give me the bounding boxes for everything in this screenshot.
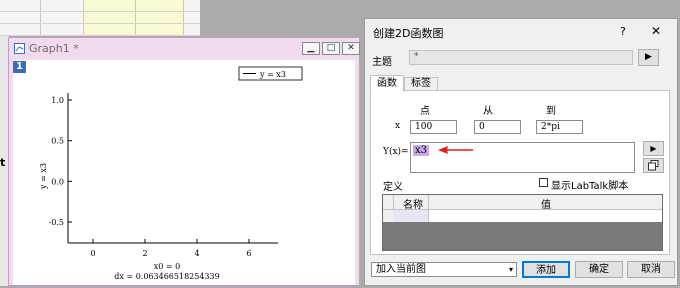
x-ticks: 0 2 4 6	[90, 239, 252, 258]
graph-titlebar[interactable]: Graph1 * ▁ □ ✕	[9, 38, 360, 60]
minimize-icon: ▁	[307, 43, 315, 53]
add-button[interactable]: 添加	[522, 261, 570, 278]
mode-select[interactable]: 加入当前图 ▾	[371, 262, 517, 277]
maximize-button[interactable]: □	[322, 42, 340, 55]
graph-window-icon	[14, 43, 25, 54]
background-worksheet	[0, 0, 200, 36]
from-header: 从	[483, 106, 493, 117]
dialog-close-button[interactable]: ✕	[651, 24, 661, 38]
caption-x0: x0 = 0	[154, 262, 180, 271]
definition-label: 定义	[383, 182, 403, 193]
x-tick-label: 2	[142, 249, 147, 258]
y-tick-label: -0.5	[49, 218, 64, 227]
mode-select-value: 加入当前图	[376, 264, 426, 275]
table-header-row: 名称 值	[383, 195, 662, 211]
labtalk-checkbox[interactable]	[539, 178, 548, 187]
x-to-input[interactable]: 2*pi	[536, 120, 583, 134]
chevron-down-icon: ▾	[508, 265, 513, 274]
definition-table[interactable]: 名称 值	[382, 194, 663, 251]
expression-copy-button[interactable]	[643, 158, 664, 173]
cancel-button[interactable]: 取消	[627, 261, 675, 278]
play-arrow-icon: ▶	[645, 52, 652, 62]
y-expression-text: x3	[413, 145, 430, 156]
table-row[interactable]	[383, 210, 662, 222]
name-column-header: 名称	[403, 200, 423, 211]
worksheet-marker: t	[0, 156, 6, 169]
create-2d-function-plot-dialog: 创建2D函数图 ? ✕ 主题 * ▶ 函数 标签 点 从 到 x 100 0 2…	[364, 18, 678, 286]
y-axis-label: y = x3	[39, 163, 48, 190]
subject-menu-button[interactable]: ▶	[638, 49, 659, 66]
labtalk-label: 显示LabTalk脚本	[551, 181, 629, 192]
subject-field[interactable]: *	[409, 50, 633, 65]
points-header: 点	[420, 106, 430, 117]
tab-label[interactable]: 标签	[404, 77, 438, 91]
layer-badge[interactable]: 1	[13, 61, 26, 73]
x-points-input[interactable]: 100	[410, 120, 457, 134]
graph-window[interactable]: Graph1 * ▁ □ ✕ y = x3 1.0 0.5 0.0 -0.5 0 2 4 6…	[8, 37, 360, 286]
help-button[interactable]: ?	[620, 25, 626, 38]
minimize-button[interactable]: ▁	[302, 42, 320, 55]
copy-window-icon	[648, 160, 659, 171]
close-icon: ✕	[347, 43, 355, 53]
legend[interactable]: y = x3	[238, 66, 303, 81]
value-column-header: 值	[541, 200, 551, 211]
ok-button[interactable]: 确定	[575, 261, 623, 278]
red-arrow-annotation	[438, 146, 473, 154]
maximize-icon: □	[326, 43, 336, 53]
to-header: 到	[546, 106, 556, 117]
close-button[interactable]: ✕	[342, 42, 360, 55]
y-expression-editor[interactable]: x3	[410, 142, 635, 173]
subject-label: 主题	[372, 57, 392, 68]
y-tick-label: 0.0	[51, 177, 64, 186]
x-tick-label: 0	[90, 249, 95, 258]
x-tick-label: 4	[194, 249, 199, 258]
y-expression-label: Y(x)=	[383, 147, 409, 157]
x-label: x	[395, 121, 401, 131]
y-tick-label: 0.5	[51, 137, 64, 146]
x-from-input[interactable]: 0	[474, 120, 521, 134]
graph-canvas: y = x3 1.00.50.0-0.5 0246 y = x3 x0 = 0 …	[39, 66, 303, 281]
tab-function[interactable]: 函数	[370, 75, 404, 92]
legend-label: y = x3	[259, 70, 286, 79]
expression-menu-button[interactable]: ▶	[643, 141, 664, 156]
dialog-title: 创建2D函数图	[373, 27, 444, 40]
x-tick-label: 6	[246, 249, 251, 258]
graph-page[interactable]: y = x3 1.0 0.5 0.0 -0.5 0246 y = x3 x0 = 0 …	[13, 60, 355, 285]
caption-dx: dx = 0.063466518254339	[114, 272, 219, 281]
y-tick-label: 1.0	[51, 96, 64, 105]
graph-window-title: Graph1 *	[29, 42, 79, 55]
play-arrow-icon: ▶	[650, 144, 657, 153]
